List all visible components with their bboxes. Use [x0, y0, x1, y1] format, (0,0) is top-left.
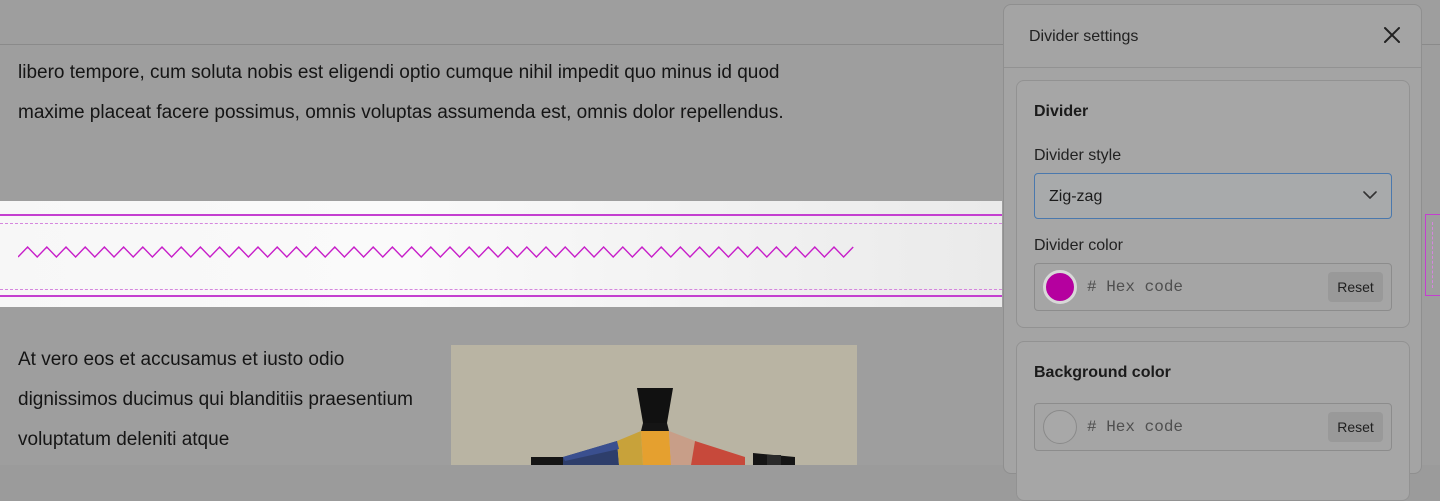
artwork-image[interactable]	[451, 345, 857, 465]
divider-color-reset-button[interactable]: Reset	[1328, 272, 1383, 302]
paragraph-top[interactable]: libero tempore, cum soluta nobis est eli…	[18, 53, 838, 133]
divider-hex-input[interactable]	[1087, 275, 1307, 299]
divider-block[interactable]	[0, 201, 1002, 307]
close-icon	[1384, 27, 1400, 43]
divider-color-field: Reset	[1034, 263, 1392, 311]
selection-guide-top	[0, 223, 1002, 224]
background-color-reset-button[interactable]: Reset	[1328, 412, 1383, 442]
zigzag-divider-preview	[18, 245, 854, 259]
divider-section-title: Divider	[1034, 103, 1089, 120]
background-color-swatch[interactable]	[1043, 410, 1077, 444]
geometric-illustration	[451, 345, 857, 465]
divider-style-value: Zig-zag	[1049, 188, 1103, 205]
selection-guide-right-edge	[1432, 222, 1434, 288]
selection-guide-bottom	[0, 289, 1002, 290]
divider-section: Divider Divider style Zig-zag Divider co…	[1016, 80, 1410, 328]
panel-title: Divider settings	[1029, 28, 1139, 45]
paragraph-bottom[interactable]: At vero eos et accusamus et iusto odio d…	[18, 340, 428, 460]
divider-settings-panel: Divider settings Divider Divider style Z…	[1003, 4, 1422, 501]
selection-border-top	[0, 214, 1002, 216]
background-color-field: Reset	[1034, 403, 1392, 451]
background-color-title: Background color	[1034, 364, 1171, 381]
background-color-section: Background color Reset	[1016, 341, 1410, 501]
divider-style-label: Divider style	[1034, 147, 1122, 164]
background-hex-input[interactable]	[1087, 415, 1307, 439]
divider-color-swatch[interactable]	[1043, 270, 1077, 304]
chevron-down-icon	[1363, 191, 1377, 199]
selection-border-bottom	[0, 295, 1002, 297]
divider-style-select[interactable]: Zig-zag	[1034, 173, 1392, 219]
divider-color-label: Divider color	[1034, 237, 1123, 254]
panel-header: Divider settings	[1004, 5, 1421, 68]
close-button[interactable]	[1379, 22, 1405, 48]
